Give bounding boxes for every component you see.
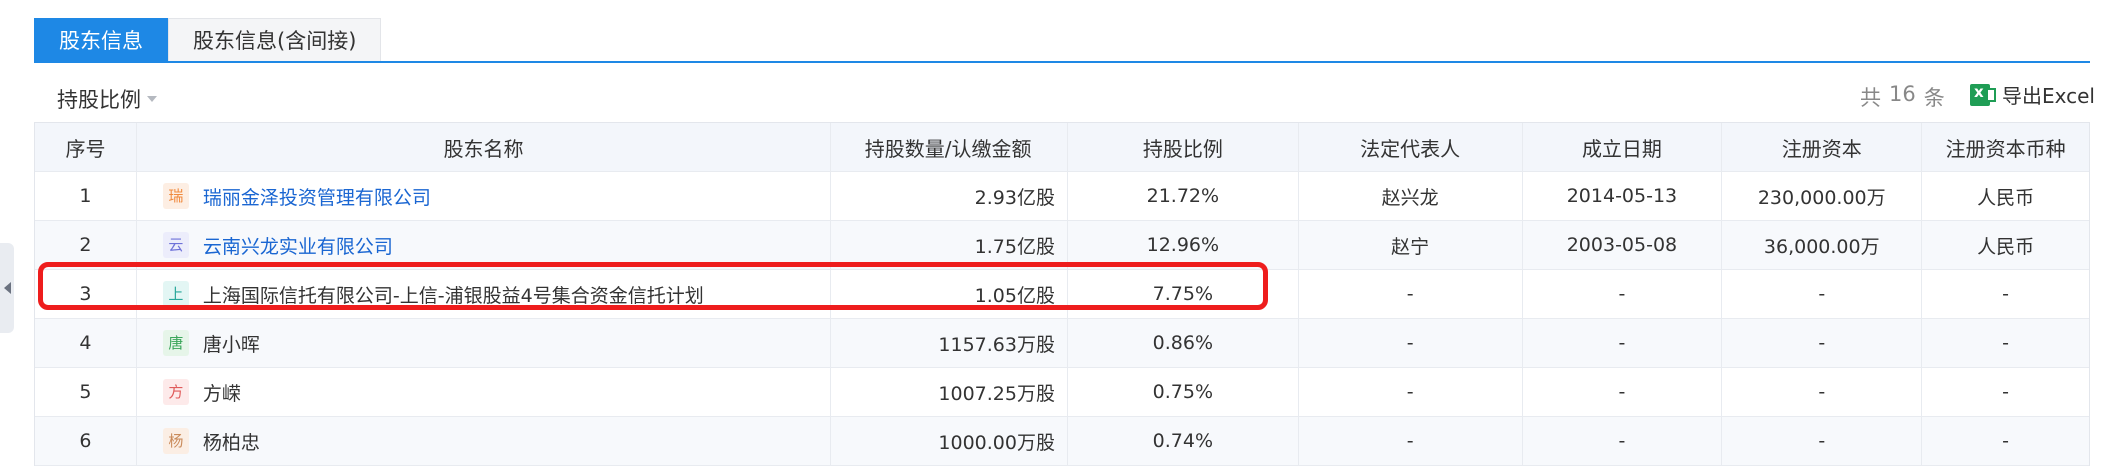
capital-cell: 36,000.00万 xyxy=(1722,221,1923,269)
table-row: 6 杨 杨柏忠 1000.00万股 0.74% - - - - xyxy=(35,417,2089,466)
legal-rep-cell: - xyxy=(1299,319,1523,367)
column-header-name: 股东名称 xyxy=(137,123,832,171)
tab-shareholder-info-indirect[interactable]: 股东信息(含间接) xyxy=(168,18,382,63)
shareholder-cell: 瑞 瑞丽金泽投资管理有限公司 xyxy=(137,172,832,220)
row-number: 2 xyxy=(35,221,137,269)
currency-cell: - xyxy=(2002,332,2009,354)
shareholder-avatar-icon: 杨 xyxy=(162,428,189,454)
date-cell: 2003-05-08 xyxy=(1523,221,1723,269)
shareholder-avatar-icon: 云 xyxy=(162,232,189,258)
currency-cell: 人民币 xyxy=(1977,235,2035,258)
shareholder-cell: 方 方嵘 xyxy=(137,368,832,416)
excel-icon xyxy=(1970,83,1996,106)
row-number: 1 xyxy=(35,172,137,220)
currency-cell: - xyxy=(2002,381,2009,403)
capital-cell: 230,000.00万 xyxy=(1722,172,1923,220)
shareholder-cell: 唐 唐小晖 xyxy=(137,319,832,367)
shareholder-name: 唐小晖 xyxy=(202,333,260,356)
capital-cell: - xyxy=(1722,270,1923,318)
count-suffix: 条 xyxy=(1923,86,1945,110)
sidebar-collapse-handle[interactable] xyxy=(0,243,14,333)
shareholder-cell: 云 云南兴龙实业有限公司 xyxy=(137,221,832,269)
shares-cell: 2.93亿股 xyxy=(831,172,1068,220)
table-row: 3 上 上海国际信托有限公司-上信-浦银股益4号集合资金信托计划 1.05亿股 … xyxy=(35,270,2089,319)
shareholder-avatar-icon: 唐 xyxy=(162,330,189,356)
shareholder-name-link[interactable]: 云南兴龙实业有限公司 xyxy=(203,232,393,259)
date-cell: - xyxy=(1523,270,1723,318)
ratio-cell: 21.72% xyxy=(1068,172,1299,220)
shares-cell: 1000.00万股 xyxy=(831,417,1068,465)
shareholder-avatar-icon: 瑞 xyxy=(162,183,189,209)
shareholder-avatar-icon: 方 xyxy=(162,379,189,405)
tab-bar: 股东信息 股东信息(含间接) xyxy=(34,18,382,63)
row-number: 4 xyxy=(35,319,137,367)
table-row: 4 唐 唐小晖 1157.63万股 0.86% - - - - xyxy=(35,319,2089,368)
column-header-shares: 持股数量/认缴金额 xyxy=(831,123,1068,171)
chevron-left-icon xyxy=(3,282,11,294)
export-label: 导出Excel xyxy=(2002,84,2095,108)
table-header: 序号 股东名称 持股数量/认缴金额 持股比例 法定代表人 成立日期 注册资本 注… xyxy=(35,123,2089,172)
shares-cell: 1007.25万股 xyxy=(831,368,1068,416)
column-header-no: 序号 xyxy=(35,123,137,171)
legal-rep-cell: - xyxy=(1299,417,1523,465)
filter-label: 持股比例 xyxy=(57,88,141,112)
shareholder-cell: 杨 杨柏忠 xyxy=(137,417,832,465)
table-row: 1 瑞 瑞丽金泽投资管理有限公司 2.93亿股 21.72% 赵兴龙 2014-… xyxy=(35,172,2089,221)
caret-down-icon xyxy=(147,96,157,102)
shares-cell: 1.05亿股 xyxy=(831,270,1068,318)
table-row: 2 云 云南兴龙实业有限公司 1.75亿股 12.96% 赵宁 2003-05-… xyxy=(35,221,2089,270)
column-header-legal-rep: 法定代表人 xyxy=(1299,123,1523,171)
sort-filter-dropdown[interactable]: 持股比例 xyxy=(57,84,157,114)
count-prefix: 共 xyxy=(1860,86,1881,110)
column-header-currency: 注册资本币种 xyxy=(1945,136,2066,161)
legal-rep-cell: 赵宁 xyxy=(1299,221,1523,269)
shareholder-table: 序号 股东名称 持股数量/认缴金额 持股比例 法定代表人 成立日期 注册资本 注… xyxy=(34,122,2090,466)
ratio-cell: 0.75% xyxy=(1068,368,1299,416)
column-header-ratio: 持股比例 xyxy=(1068,123,1299,171)
date-cell: - xyxy=(1523,319,1723,367)
tab-shareholder-info[interactable]: 股东信息 xyxy=(34,18,168,63)
ratio-cell: 0.86% xyxy=(1068,319,1299,367)
shares-cell: 1157.63万股 xyxy=(831,319,1068,367)
capital-cell: - xyxy=(1722,368,1923,416)
ratio-cell: 0.74% xyxy=(1068,417,1299,465)
ratio-cell: 7.75% xyxy=(1068,270,1299,318)
legal-rep-cell: - xyxy=(1299,368,1523,416)
shareholder-cell: 上 上海国际信托有限公司-上信-浦银股益4号集合资金信托计划 xyxy=(137,270,832,318)
shareholder-name: 方嵘 xyxy=(202,382,241,405)
tab-underline xyxy=(34,61,2090,63)
shares-cell: 1.75亿股 xyxy=(831,221,1068,269)
shareholder-name: 上海国际信托有限公司-上信-浦银股益4号集合资金信托计划 xyxy=(202,284,704,307)
column-header-capital: 注册资本 xyxy=(1722,123,1923,171)
currency-cell: - xyxy=(2002,430,2009,452)
export-excel-button[interactable]: 导出Excel xyxy=(1970,80,2095,109)
row-number: 6 xyxy=(35,417,137,465)
row-number: 5 xyxy=(35,368,137,416)
date-cell: - xyxy=(1523,368,1723,416)
currency-cell: - xyxy=(2002,283,2009,305)
count-value: 16 xyxy=(1889,82,1916,106)
shareholder-avatar-icon: 上 xyxy=(162,281,189,307)
legal-rep-cell: - xyxy=(1299,270,1523,318)
shareholder-name-link[interactable]: 瑞丽金泽投资管理有限公司 xyxy=(203,183,431,210)
capital-cell: - xyxy=(1722,417,1923,465)
date-cell: 2014-05-13 xyxy=(1523,172,1723,220)
table-row: 5 方 方嵘 1007.25万股 0.75% - - - - xyxy=(35,368,2089,417)
currency-cell: 人民币 xyxy=(1977,186,2035,209)
date-cell: - xyxy=(1523,417,1723,465)
legal-rep-cell: 赵兴龙 xyxy=(1299,172,1523,220)
column-header-date: 成立日期 xyxy=(1523,123,1723,171)
record-count: 共 16 条 xyxy=(1860,82,1945,112)
shareholder-name: 杨柏忠 xyxy=(202,431,260,454)
row-number: 3 xyxy=(35,270,137,318)
capital-cell: - xyxy=(1722,319,1923,367)
ratio-cell: 12.96% xyxy=(1068,221,1299,269)
